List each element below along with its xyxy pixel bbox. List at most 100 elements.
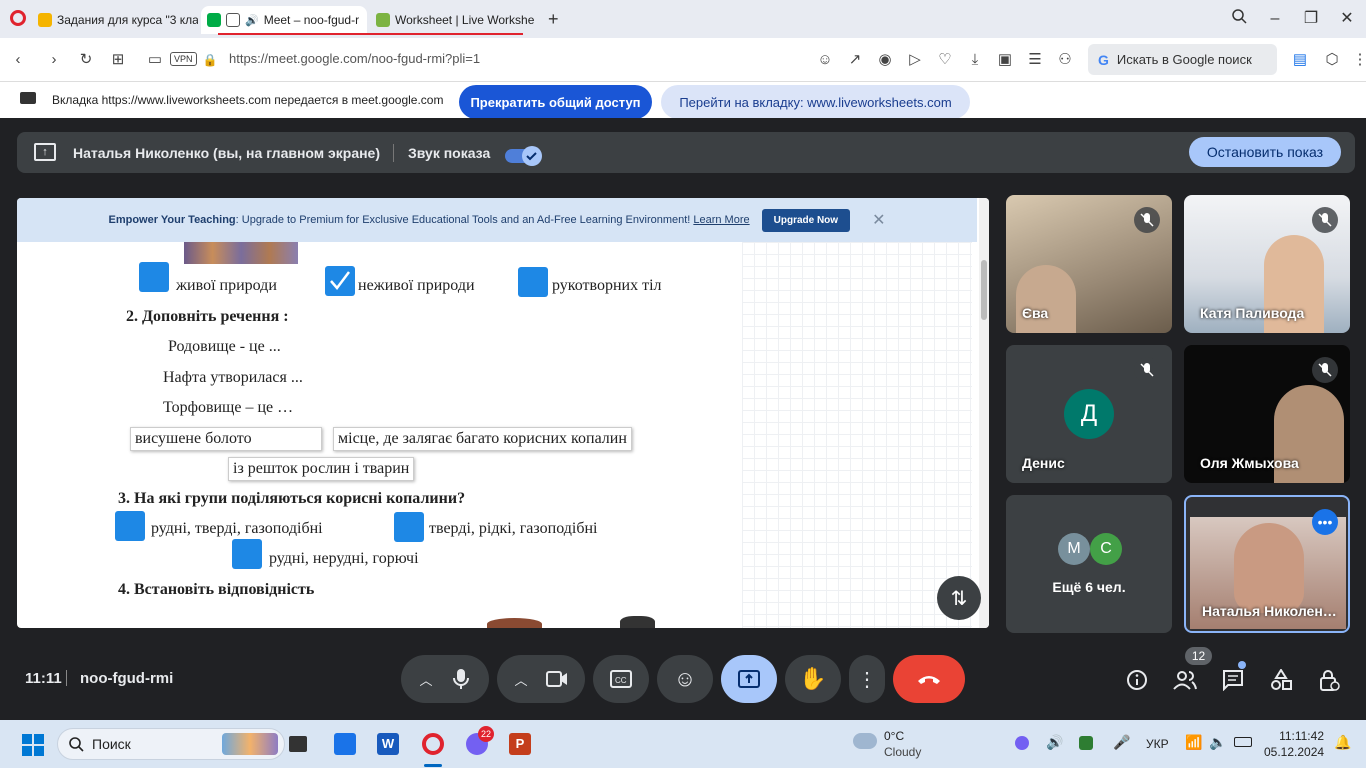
opera-logo-icon[interactable]: [10, 10, 26, 26]
taskbar-time[interactable]: 11:11:42: [1268, 729, 1324, 743]
drag-answer[interactable]: висушене болото: [130, 427, 322, 451]
more-options-button[interactable]: ⋮: [849, 655, 885, 703]
close-window-icon[interactable]: ✕: [1336, 8, 1358, 30]
present-now-button[interactable]: [721, 655, 777, 703]
url-field[interactable]: https://meet.google.com/noo-fgud-rmi?pli…: [229, 51, 480, 66]
goto-tab-button[interactable]: Перейти на вкладку: www.liveworksheets.c…: [661, 85, 970, 119]
stop-sharing-button[interactable]: Прекратить общий доступ: [459, 85, 652, 119]
participant-name: Денис: [1022, 455, 1065, 471]
forward-icon[interactable]: ›: [44, 50, 64, 70]
wifi-icon[interactable]: 📶: [1185, 734, 1202, 751]
speed-dial-icon[interactable]: ⊞: [108, 50, 128, 70]
stop-presenting-button[interactable]: Остановить показ: [1189, 137, 1341, 167]
google-search-field[interactable]: G Искать в Google поиск: [1088, 44, 1277, 75]
drag-answer[interactable]: місце, де залягає багато корисних копали…: [333, 427, 632, 451]
easy-setup-icon[interactable]: ☰: [1025, 50, 1045, 70]
option-label: тверді, рідкі, газоподібні: [429, 520, 598, 537]
heart-icon[interactable]: ♡: [935, 50, 955, 70]
participant-name: Єва: [1022, 305, 1049, 321]
language-indicator[interactable]: УКР: [1146, 737, 1169, 751]
checkbox-q3[interactable]: [115, 511, 145, 541]
chevron-up-icon[interactable]: ︿: [419, 670, 432, 689]
premium-banner: Empower Your Teaching : Upgrade to Premi…: [17, 198, 977, 242]
participant-tile-olya[interactable]: Оля Жмыхова: [1184, 345, 1350, 483]
viber-tray-icon[interactable]: [1015, 736, 1029, 750]
windows-start-icon[interactable]: [22, 734, 44, 756]
camera-indicator-icon[interactable]: ▭: [145, 50, 165, 70]
option-label: рукотворних тіл: [552, 277, 662, 294]
extensions-icon[interactable]: ⬡: [1322, 50, 1342, 70]
upgrade-now-button[interactable]: Upgrade Now: [761, 208, 851, 232]
option-label: живої природи: [176, 277, 277, 294]
raise-hand-button[interactable]: ✋: [785, 655, 841, 703]
lock-icon[interactable]: 🔒: [200, 50, 220, 70]
account-icon[interactable]: ⚇: [1055, 50, 1075, 70]
drag-answer[interactable]: із решток рослин і тварин: [228, 457, 415, 481]
more-options-icon[interactable]: •••: [1312, 509, 1338, 535]
microphone-tray-icon[interactable]: 🎤: [1113, 734, 1130, 751]
back-icon[interactable]: ‹: [8, 50, 28, 70]
store-icon[interactable]: [334, 733, 356, 755]
menu-icon[interactable]: ⋮: [1350, 50, 1366, 70]
participant-tile-katya[interactable]: Катя Паливода: [1184, 195, 1350, 333]
activities-icon[interactable]: [1267, 666, 1295, 694]
checkbox-living[interactable]: [139, 262, 169, 292]
volume-tray-icon[interactable]: 🔊: [1046, 734, 1063, 751]
tab-islands-icon[interactable]: ▤: [1290, 50, 1310, 70]
checkbox-manmade[interactable]: [518, 267, 548, 297]
send-icon[interactable]: ▷: [905, 50, 925, 70]
swap-layout-icon[interactable]: ⇅: [937, 576, 981, 620]
taskbar-search-box[interactable]: Поиск: [57, 728, 285, 760]
participant-tile-more[interactable]: М С Ещё 6 чел.: [1006, 495, 1172, 633]
notifications-bell-icon[interactable]: 🔔: [1334, 734, 1351, 751]
scroll-thumb[interactable]: [981, 260, 987, 320]
battery-icon[interactable]: [1234, 737, 1252, 747]
hand-icon: ✋: [799, 666, 827, 691]
opera-taskbar-icon[interactable]: [422, 733, 444, 755]
captions-button[interactable]: CC: [593, 655, 649, 703]
task-view-icon[interactable]: [289, 736, 307, 752]
sound-toggle[interactable]: [505, 145, 542, 166]
tab-meet[interactable]: 🔊 Meet – noo-fgud-r: [201, 6, 367, 34]
share-icon[interactable]: ↗: [845, 50, 865, 70]
browser-tab-bar: Задания для курса "3 кла 🔊 Meet – noo-fg…: [0, 0, 1366, 38]
video-popout-icon[interactable]: ▣: [995, 50, 1015, 70]
meeting-info-icon[interactable]: [1123, 666, 1151, 694]
minimize-icon[interactable]: –: [1264, 8, 1286, 30]
new-tab-icon[interactable]: +: [548, 9, 559, 30]
learn-more-link[interactable]: Learn More: [693, 214, 749, 226]
microphone-icon[interactable]: [451, 668, 471, 690]
download-icon[interactable]: ⤓: [965, 50, 985, 70]
banner-close-icon[interactable]: ✕: [872, 210, 885, 230]
powerpoint-icon[interactable]: P: [509, 733, 531, 755]
tab-worksheet[interactable]: Worksheet | Live Workshe: [370, 6, 540, 34]
vpn-badge[interactable]: VPN: [170, 52, 197, 66]
reload-icon[interactable]: ↻: [76, 50, 96, 70]
search-tabs-icon[interactable]: [1228, 8, 1250, 30]
participant-tile-eva[interactable]: Єва: [1006, 195, 1172, 333]
emoji-icon[interactable]: ☺: [815, 50, 835, 70]
camera-control[interactable]: ︿: [497, 655, 585, 703]
people-icon[interactable]: [1171, 666, 1199, 694]
checkbox-q3[interactable]: [394, 512, 424, 542]
camera-icon[interactable]: [545, 671, 568, 687]
tab-classroom[interactable]: Задания для курса "3 кла: [32, 6, 198, 34]
security-tray-icon[interactable]: [1079, 736, 1093, 750]
word-icon[interactable]: W: [377, 733, 399, 755]
speaker-tray-icon[interactable]: 🔈: [1209, 734, 1226, 751]
emoji-icon: ☺: [673, 666, 697, 691]
restore-icon[interactable]: ❐: [1300, 8, 1322, 30]
chat-icon[interactable]: [1219, 666, 1247, 694]
google-logo-icon: G: [1098, 51, 1109, 68]
host-controls-icon[interactable]: [1315, 666, 1343, 694]
snapshot-icon[interactable]: ◉: [875, 50, 895, 70]
leave-call-button[interactable]: [893, 655, 965, 703]
reactions-button[interactable]: ☺: [657, 655, 713, 703]
checkbox-nonliving-checked[interactable]: [325, 266, 355, 296]
checkbox-q3[interactable]: [232, 539, 262, 569]
taskbar-date[interactable]: 05.12.2024: [1264, 745, 1324, 759]
participant-tile-self[interactable]: ••• Наталья Николен…: [1184, 495, 1350, 633]
microphone-control[interactable]: ︿: [401, 655, 489, 703]
participant-tile-denis[interactable]: Д Денис: [1006, 345, 1172, 483]
chevron-up-icon[interactable]: ︿: [514, 670, 527, 689]
